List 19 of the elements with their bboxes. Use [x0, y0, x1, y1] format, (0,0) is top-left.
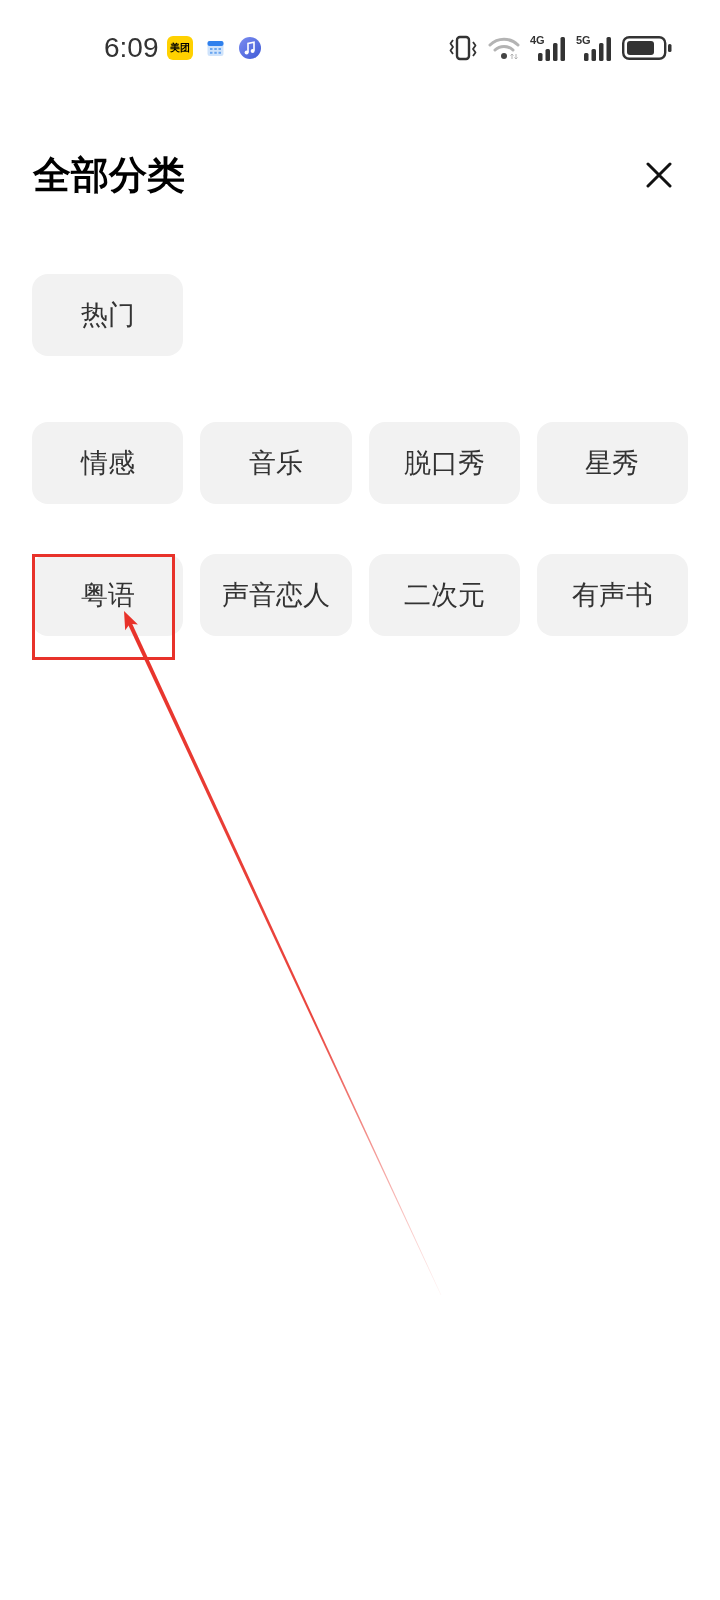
network-type-label: 4G [530, 35, 545, 46]
page-title: 全部分类 [33, 156, 185, 194]
category-chip[interactable]: 星秀 [536, 422, 688, 504]
category-chip[interactable]: 情感 [32, 422, 184, 504]
music-note-icon [238, 37, 261, 59]
app-icon: 美团 [166, 36, 193, 60]
category-chip[interactable]: 二次元 [368, 554, 520, 636]
close-icon[interactable] [646, 162, 672, 188]
network-type-label: 5G [576, 35, 591, 46]
category-chip[interactable]: 脱口秀 [368, 422, 520, 504]
category-chip[interactable]: 声音恋人 [200, 554, 352, 636]
battery-icon [622, 36, 672, 60]
category-chip[interactable]: 热门 [32, 274, 184, 356]
calendar-icon [206, 39, 224, 57]
vibrate-icon [448, 35, 478, 61]
wifi-icon [488, 36, 520, 60]
category-chip[interactable]: 有声书 [536, 554, 688, 636]
category-chip[interactable]: 音乐 [200, 422, 352, 504]
status-time: 6:09 [104, 34, 159, 62]
